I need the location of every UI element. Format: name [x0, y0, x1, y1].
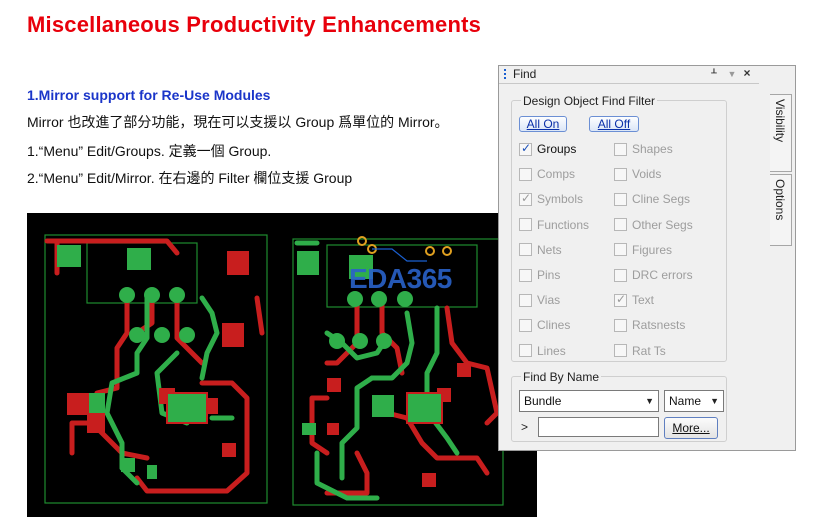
checkbox-label: Voids — [632, 167, 662, 182]
checkbox-label: Vias — [537, 293, 561, 308]
filter-checkbox-lines[interactable]: Lines — [519, 343, 566, 359]
find-by-name-label: Find By Name — [521, 370, 602, 384]
checkbox-label: Pins — [537, 268, 561, 282]
filter-checkbox-groups[interactable]: Groups — [519, 141, 576, 157]
checkbox-box[interactable] — [519, 268, 532, 282]
checkbox-box[interactable] — [519, 344, 532, 358]
find-panel-title: Find — [513, 67, 537, 81]
checkbox-box[interactable] — [614, 344, 627, 358]
find-titlebar[interactable]: Find ᚆ ▼ × — [499, 66, 759, 84]
checkbox-label: Comps — [537, 167, 576, 182]
filter-checkbox-pins[interactable]: Pins — [519, 267, 560, 283]
page-title: Miscellaneous Productivity Enhancements — [27, 12, 482, 37]
checkbox-box[interactable] — [614, 192, 627, 206]
filter-checkbox-vias[interactable]: Vias — [519, 292, 560, 308]
checkbox-box[interactable] — [519, 218, 532, 232]
all-off-label: All Off — [597, 117, 631, 131]
checkbox-label: Rat Ts — [632, 343, 666, 358]
more-button[interactable]: More... — [664, 417, 718, 439]
checkbox-box[interactable] — [614, 167, 627, 181]
grip-icon[interactable] — [504, 69, 508, 81]
filter-checkbox-figures[interactable]: Figures — [614, 242, 672, 258]
all-on-label: All On — [526, 117, 560, 131]
prompt-symbol: > — [521, 420, 529, 434]
tab-options[interactable]: Options — [770, 174, 792, 246]
checkbox-box[interactable] — [519, 318, 532, 332]
checkbox-label: Lines — [537, 343, 566, 358]
filter-checkbox-drc-errors[interactable]: DRC errors — [614, 267, 693, 283]
checkbox-label: Shapes — [632, 142, 673, 156]
checkbox-label: Other Segs — [632, 217, 693, 232]
checkbox-box[interactable] — [519, 167, 532, 181]
checkbox-box[interactable] — [519, 191, 532, 206]
checkbox-box[interactable] — [614, 268, 627, 282]
checkbox-label: Cline Segs — [632, 192, 691, 207]
checkbox-label: Figures — [632, 242, 673, 257]
checkbox-label: Nets — [537, 242, 562, 257]
checkbox-box[interactable] — [614, 218, 627, 232]
filter-checkbox-functions[interactable]: Functions — [519, 217, 589, 233]
more-button-label: More... — [672, 421, 710, 435]
all-off-button[interactable]: All Off — [589, 116, 639, 132]
checkbox-box[interactable] — [614, 292, 627, 307]
section-heading: 1.Mirror support for Re-Use Modules — [27, 87, 271, 103]
chevron-down-icon: ▼ — [645, 396, 654, 406]
checkbox-label: Functions — [537, 217, 590, 232]
find-panel: Find ᚆ ▼ × Design Object Find Filter All… — [498, 65, 796, 451]
checkbox-label: Clines — [537, 318, 571, 333]
checkbox-box[interactable] — [614, 142, 627, 156]
checkbox-label: Ratsnests — [632, 318, 686, 333]
checkbox-label: Groups — [537, 142, 577, 156]
tab-visibility-label: Visibility — [773, 99, 787, 143]
pin-icon[interactable]: ᚆ — [707, 66, 721, 79]
object-type-value: Bundle — [524, 394, 562, 408]
body-line-intro: Mirror 也改進了部分功能，現在可以支援以 Group 爲單位的 Mirro… — [27, 114, 449, 130]
checkbox-box[interactable] — [614, 318, 627, 332]
pcb-layout-image: EDA365 — [27, 213, 537, 517]
object-type-select[interactable]: Bundle ▼ — [519, 390, 659, 412]
find-filter-label: Design Object Find Filter — [521, 94, 658, 108]
filter-checkbox-other-segs[interactable]: Other Segs — [614, 217, 693, 233]
filter-checkbox-ratsnests[interactable]: Ratsnests — [614, 317, 685, 333]
filter-checkbox-text[interactable]: Text — [614, 292, 654, 308]
checkbox-label: DRC errors — [632, 268, 693, 282]
chevron-down-icon: ▼ — [710, 396, 719, 406]
all-on-button[interactable]: All On — [519, 116, 567, 132]
filter-checkbox-cline-segs[interactable]: Cline Segs — [614, 191, 690, 207]
filter-checkbox-symbols[interactable]: Symbols — [519, 191, 583, 207]
name-mode-select[interactable]: Name ▼ — [664, 390, 724, 412]
name-mode-value: Name — [669, 394, 702, 408]
checkbox-box[interactable] — [614, 243, 627, 257]
dropdown-icon[interactable]: ▼ — [725, 69, 739, 79]
watermark-text: EDA365 — [349, 263, 452, 294]
checkbox-box[interactable] — [519, 243, 532, 257]
checkbox-box[interactable] — [519, 141, 532, 156]
body-line-step1: 1.“Menu” Edit/Groups. 定義一個 Group. — [27, 143, 272, 159]
close-icon[interactable]: × — [740, 66, 754, 80]
body-line-step2: 2.“Menu” Edit/Mirror. 在右邊的 Filter 欄位支援 G… — [27, 170, 353, 186]
checkbox-label: Symbols — [537, 192, 584, 207]
filter-checkbox-voids[interactable]: Voids — [614, 166, 661, 182]
checkbox-label: Text — [632, 293, 655, 308]
checkbox-box[interactable] — [519, 293, 532, 307]
filter-checkbox-comps[interactable]: Comps — [519, 166, 575, 182]
filter-checkbox-nets[interactable]: Nets — [519, 242, 562, 258]
filter-checkbox-rat-ts[interactable]: Rat Ts — [614, 343, 666, 359]
filter-checkbox-clines[interactable]: Clines — [519, 317, 570, 333]
pcb-artwork — [44, 234, 504, 506]
tab-visibility[interactable]: Visibility — [770, 94, 792, 172]
name-input[interactable] — [538, 417, 659, 437]
tab-options-label: Options — [773, 179, 787, 221]
filter-checkbox-shapes[interactable]: Shapes — [614, 141, 673, 157]
